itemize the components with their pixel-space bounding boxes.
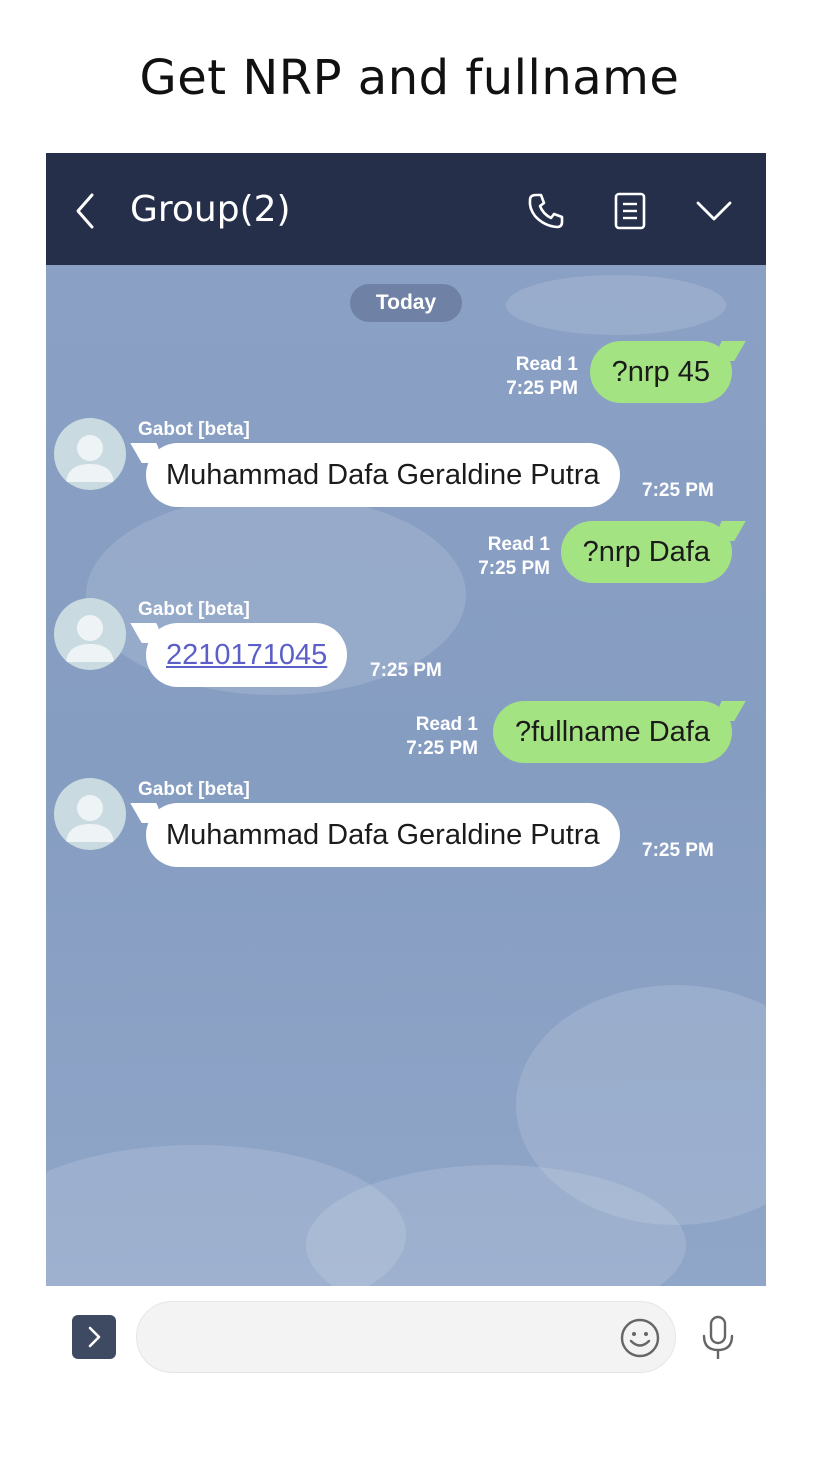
outgoing-message[interactable]: ?fullname Dafa <box>492 701 732 763</box>
incoming-message[interactable]: 2210171045 <box>146 623 348 687</box>
chevron-down-icon[interactable] <box>692 189 736 233</box>
message-time: 7:25 PM <box>642 840 714 861</box>
back-arrow-icon[interactable] <box>72 191 100 231</box>
message-read-status: Read 1 7:25 PM <box>506 354 578 399</box>
message-input[interactable] <box>136 1301 676 1373</box>
incoming-message[interactable]: Muhammad Dafa Geraldine Putra <box>146 803 620 867</box>
user-silhouette-icon <box>66 795 114 842</box>
message-time: 7:25 PM <box>642 480 714 501</box>
sender-name: Gabot [beta] <box>138 419 250 440</box>
sender-name: Gabot [beta] <box>138 599 250 620</box>
page-title: Get NRP and fullname <box>139 50 680 106</box>
user-silhouette-icon <box>66 435 114 482</box>
sender-name: Gabot [beta] <box>138 779 250 800</box>
phone-icon[interactable] <box>524 189 568 233</box>
user-silhouette-icon <box>66 615 114 662</box>
chat-title[interactable]: Group(2) <box>130 189 291 230</box>
message-input-bar <box>0 1286 819 1386</box>
outgoing-message[interactable]: ?nrp Dafa <box>560 521 732 583</box>
nrp-link[interactable]: 2210171045 <box>166 639 327 671</box>
date-separator: Today <box>350 284 462 322</box>
notes-icon[interactable] <box>608 189 652 233</box>
avatar[interactable] <box>54 778 126 850</box>
expand-button[interactable] <box>72 1315 116 1359</box>
outgoing-message[interactable]: ?nrp 45 <box>589 341 732 403</box>
message-time: 7:25 PM <box>370 660 442 681</box>
chat-screen: Group(2) Today Read 1 7:25 PM ?nrp 45 Ga… <box>46 153 766 1286</box>
emoji-icon[interactable] <box>618 1316 662 1360</box>
chat-header: Group(2) <box>46 153 766 265</box>
chevron-right-icon <box>88 1326 101 1348</box>
background-cloud <box>506 275 726 335</box>
message-read-status: Read 1 7:25 PM <box>406 714 478 759</box>
incoming-message[interactable]: Muhammad Dafa Geraldine Putra <box>146 443 620 507</box>
avatar[interactable] <box>54 598 126 670</box>
chat-area[interactable]: Today Read 1 7:25 PM ?nrp 45 Gabot [beta… <box>46 265 766 1286</box>
avatar[interactable] <box>54 418 126 490</box>
message-read-status: Read 1 7:25 PM <box>478 534 550 579</box>
microphone-icon[interactable] <box>696 1314 740 1362</box>
